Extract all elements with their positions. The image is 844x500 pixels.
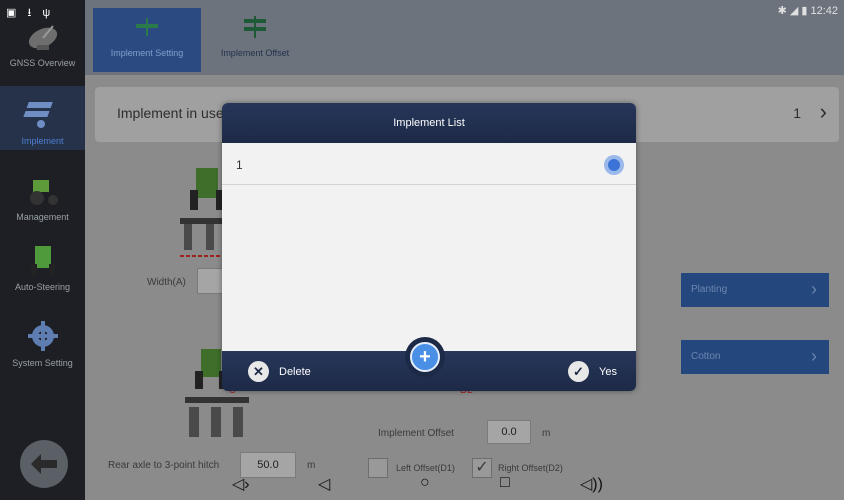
yes-button[interactable]: ✓ Yes [568,361,617,382]
width-label: Width(A) [147,277,186,288]
list-item[interactable]: 1 [222,143,636,185]
sidebar-item-system-setting[interactable]: System Setting [0,318,85,378]
volume-up-icon[interactable]: ◁)) [580,474,603,494]
volume-down-icon[interactable]: ◁› [232,474,250,494]
radio-selected-icon[interactable] [604,155,624,175]
sidebar: ▣ ⭳ ψ GNSS Overview Implement Management [0,0,85,500]
implement-setting-icon [136,18,158,36]
implement-offset-unit: m [542,428,551,439]
nav-home-icon[interactable]: ○ [420,474,430,492]
tractor-icon [29,180,58,205]
close-icon: ✕ [248,361,269,382]
sidebar-item-auto-steering[interactable]: Auto-Steering [0,242,85,302]
delete-label: Delete [279,365,311,378]
planting-label: Planting [691,284,728,295]
implement-in-use-label: Implement in use [117,105,224,121]
add-implement-button[interactable]: + [405,337,445,377]
yes-label: Yes [599,365,617,378]
implement-list: 1 [222,143,636,351]
nav-recents-icon[interactable]: □ [500,474,510,492]
tab-implement-setting[interactable]: Implement Setting [93,8,201,72]
sidebar-item-label: GNSS Overview [9,58,76,68]
system-navbar: ◁› ◁ ○ □ ◁)) [220,474,640,498]
chevron-right-icon: › [811,279,817,299]
sidebar-item-label: Auto-Steering [14,282,71,292]
implement-offset-input[interactable]: 0.0 [487,420,531,444]
tab-label: Implement Setting [110,48,184,58]
check-icon: ✓ [568,361,589,382]
nav-back-icon[interactable]: ◁ [318,474,330,494]
cotton-button[interactable]: Cotton › [681,340,829,374]
sidebar-item-label: Management [16,212,69,222]
implement-icon [22,102,53,128]
tab-label: Implement Offset [220,48,290,58]
gear-icon [27,321,58,351]
list-item-label: 1 [236,158,243,172]
back-button[interactable] [20,440,68,488]
sidebar-item-label: Implement [21,136,64,146]
planting-button[interactable]: Planting › [681,273,829,307]
implement-in-use-value: 1 [793,105,801,121]
status-icons-right: ✱ ◢ ▮ 12:42 [777,5,838,17]
cotton-label: Cotton [691,351,721,362]
implement-offset-label: Implement Offset [378,428,454,439]
rear-axle-label: Rear axle to 3-point hitch [108,460,220,471]
back-arrow-icon [31,454,57,474]
satellite-dish-icon [28,25,57,50]
sidebar-item-implement[interactable]: Implement [0,86,85,150]
plus-icon: + [410,342,440,372]
delete-button[interactable]: ✕ Delete [248,361,311,382]
sidebar-item-gnss-overview[interactable]: GNSS Overview [0,18,85,80]
sidebar-item-label: System Setting [12,358,73,368]
left-offset-label: Left Offset(D1) [396,463,455,473]
dialog-title: Implement List [222,103,636,143]
tab-implement-offset[interactable]: Implement Offset [201,8,309,72]
right-offset-label: Right Offset(D2) [498,463,563,473]
sidebar-item-management[interactable]: Management [0,172,85,228]
implement-offset-icon [244,16,266,38]
chevron-right-icon: › [819,99,827,124]
steering-tractor-icon [30,246,55,276]
rear-axle-unit: m [307,460,316,471]
tab-bar: Implement Setting Implement Offset ✱ ◢ ▮… [85,0,844,75]
chevron-right-icon: › [811,346,817,366]
